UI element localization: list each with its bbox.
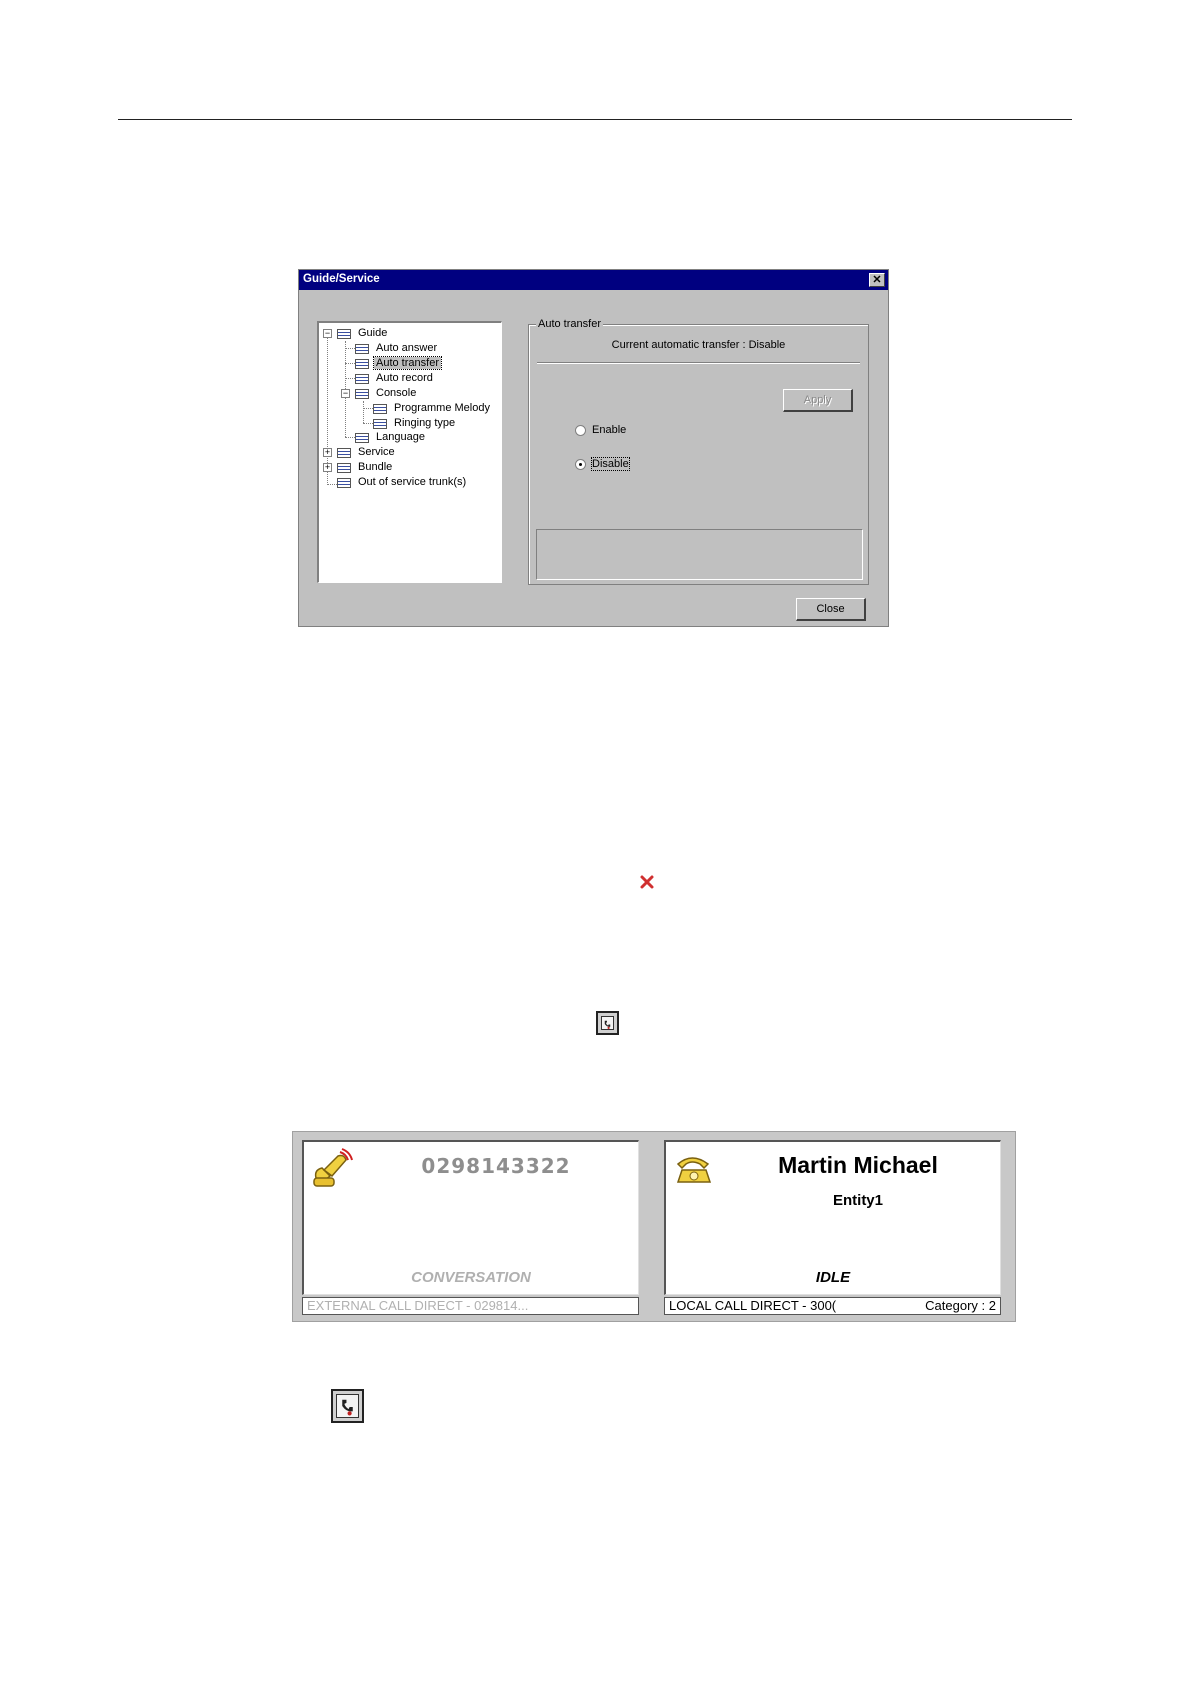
- list-icon: [355, 373, 369, 384]
- tree-item-auto-transfer[interactable]: Auto transfer: [355, 356, 442, 371]
- list-icon: [337, 462, 351, 473]
- tree-item-guide[interactable]: Guide: [337, 326, 389, 341]
- list-icon: [337, 328, 351, 339]
- tree-item-service[interactable]: Service: [337, 445, 397, 460]
- call-status-local: LOCAL CALL DIRECT - 300( Category : 2: [664, 1297, 1001, 1315]
- page-header-rule: [118, 119, 1072, 120]
- tree-line: [345, 378, 355, 379]
- dialog-close-icon[interactable]: ✕: [869, 273, 885, 287]
- contact-name: Martin Michael: [778, 1152, 938, 1178]
- call-card-local[interactable]: Martin Michael Entity1 IDLE: [664, 1140, 1001, 1295]
- call-category: Category : 2: [925, 1298, 996, 1313]
- tree-line: [345, 437, 355, 438]
- auto-transfer-group: Auto transfer Current automatic transfer…: [528, 318, 869, 585]
- list-icon: [337, 447, 351, 458]
- tree-collapse-guide[interactable]: −: [323, 329, 332, 338]
- radio-indicator[interactable]: [575, 458, 586, 470]
- disable-radio[interactable]: Disable: [575, 456, 630, 472]
- phone-box-icon: [331, 1389, 364, 1423]
- call-state: IDLE: [815, 1269, 851, 1286]
- list-icon: [373, 418, 387, 429]
- contact-entity: Entity1: [832, 1192, 883, 1209]
- caller-number: 0298143322: [421, 1154, 571, 1178]
- tree-item-auto-answer[interactable]: Auto answer: [355, 341, 439, 356]
- tree-collapse-console[interactable]: −: [341, 389, 350, 398]
- list-icon: [355, 358, 369, 369]
- current-transfer-status: Current automatic transfer : Disable: [611, 339, 786, 351]
- call-state: CONVERSATION: [411, 1269, 531, 1286]
- tree-line: [363, 423, 373, 424]
- tree-expand-bundle[interactable]: +: [323, 463, 332, 472]
- phone-box-icon: [596, 1011, 619, 1035]
- call-status-external: EXTERNAL CALL DIRECT - 029814...: [302, 1297, 639, 1315]
- close-button[interactable]: Close: [796, 598, 866, 621]
- tree-line: [363, 401, 364, 423]
- group-separator: [537, 362, 860, 364]
- dialog-title: Guide/Service: [303, 273, 380, 285]
- close-red-icon: [640, 875, 654, 889]
- tree-line: [345, 363, 355, 364]
- settings-tree: − − + + Guide Auto answer Auto transfer …: [317, 321, 502, 583]
- tree-item-out-of-service-trunks[interactable]: Out of service trunk(s): [337, 475, 468, 490]
- call-status-text: LOCAL CALL DIRECT - 300(: [669, 1298, 837, 1313]
- list-icon: [355, 432, 369, 443]
- tree-item-language[interactable]: Language: [355, 430, 427, 445]
- tree-line: [327, 484, 337, 485]
- tree-item-console[interactable]: Console: [355, 386, 418, 401]
- group-title: Auto transfer: [536, 318, 603, 330]
- apply-button[interactable]: Apply: [783, 389, 853, 412]
- tree-item-auto-record[interactable]: Auto record: [355, 371, 435, 386]
- info-box: [536, 529, 863, 580]
- call-card-external[interactable]: 0298143322 CONVERSATION: [302, 1140, 639, 1295]
- call-panel: 0298143322 CONVERSATION EXTERNAL CALL DI…: [292, 1131, 1016, 1322]
- list-icon: [373, 403, 387, 414]
- radio-indicator[interactable]: [575, 424, 586, 436]
- tree-expand-service[interactable]: +: [323, 448, 332, 457]
- tree-item-programme-melody[interactable]: Programme Melody: [373, 401, 492, 416]
- tree-line: [363, 408, 373, 409]
- list-icon: [355, 343, 369, 354]
- guide-service-dialog: Guide/Service ✕ − − + + Guide Auto answe…: [298, 269, 889, 627]
- enable-radio[interactable]: Enable: [575, 422, 626, 438]
- dialog-titlebar[interactable]: Guide/Service ✕: [299, 270, 888, 290]
- list-icon: [337, 477, 351, 488]
- list-icon: [355, 388, 369, 399]
- tree-item-ringing-type[interactable]: Ringing type: [373, 416, 457, 431]
- tree-line: [345, 348, 355, 349]
- tree-item-bundle[interactable]: Bundle: [337, 460, 394, 475]
